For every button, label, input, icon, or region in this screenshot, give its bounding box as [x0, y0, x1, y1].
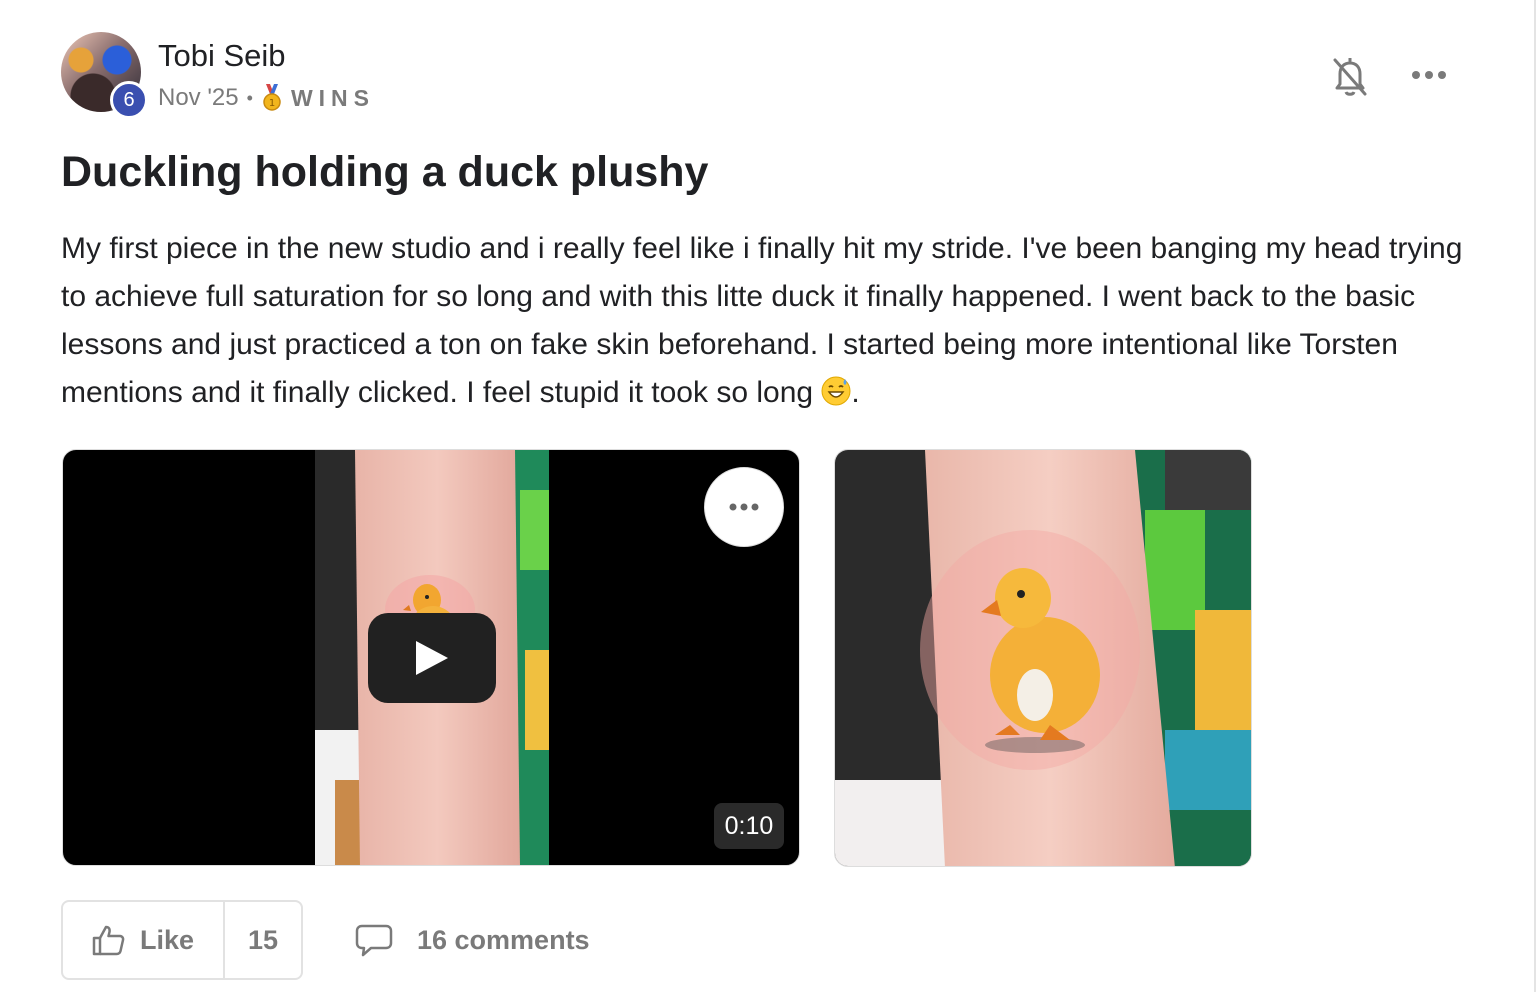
post-meta: Nov '25 • 1 WINS: [158, 84, 375, 112]
gold-medal-icon: 1: [261, 84, 283, 112]
post-title: Duckling holding a duck plushy: [61, 148, 709, 196]
play-button[interactable]: [368, 613, 496, 703]
grinning-sweat-emoji-icon: [821, 373, 851, 406]
thumbs-up-icon: [92, 925, 125, 956]
post-body-text: My first piece in the new studio and i r…: [61, 232, 1463, 409]
meta-separator: •: [246, 87, 253, 108]
like-count[interactable]: 15: [225, 902, 301, 978]
comment-icon: [355, 924, 393, 957]
more-horizontal-icon: [1412, 71, 1446, 79]
notifications-off-button[interactable]: [1329, 54, 1371, 98]
post-body-end: .: [851, 376, 860, 409]
post-date[interactable]: Nov '25: [158, 84, 239, 112]
comments-label: 16 comments: [417, 924, 590, 955]
category-label[interactable]: WINS: [291, 85, 375, 112]
bell-off-icon: [1333, 58, 1367, 96]
more-horizontal-icon: [729, 503, 759, 511]
author-avatar[interactable]: 6: [61, 32, 148, 119]
tattoo-image[interactable]: [834, 449, 1252, 867]
video-duration: 0:10: [714, 803, 784, 849]
play-icon: [416, 641, 448, 675]
like-group: Like 15: [61, 900, 303, 980]
duckling-tattoo-photo: [835, 450, 1251, 866]
post-body: My first piece in the new studio and i r…: [61, 225, 1481, 417]
post-card: 6 Tobi Seib Nov '25 • 1 WINS Duckling ho…: [0, 0, 1536, 992]
comments-button[interactable]: 16 comments: [355, 918, 590, 962]
like-button[interactable]: Like: [63, 902, 225, 978]
author-name[interactable]: Tobi Seib: [158, 38, 286, 74]
svg-text:1: 1: [269, 98, 275, 109]
post-more-button[interactable]: [1406, 60, 1452, 90]
video-player[interactable]: 0:10: [62, 449, 800, 866]
video-more-button[interactable]: [704, 467, 784, 547]
like-label: Like: [139, 924, 195, 955]
level-badge: 6: [110, 81, 148, 119]
